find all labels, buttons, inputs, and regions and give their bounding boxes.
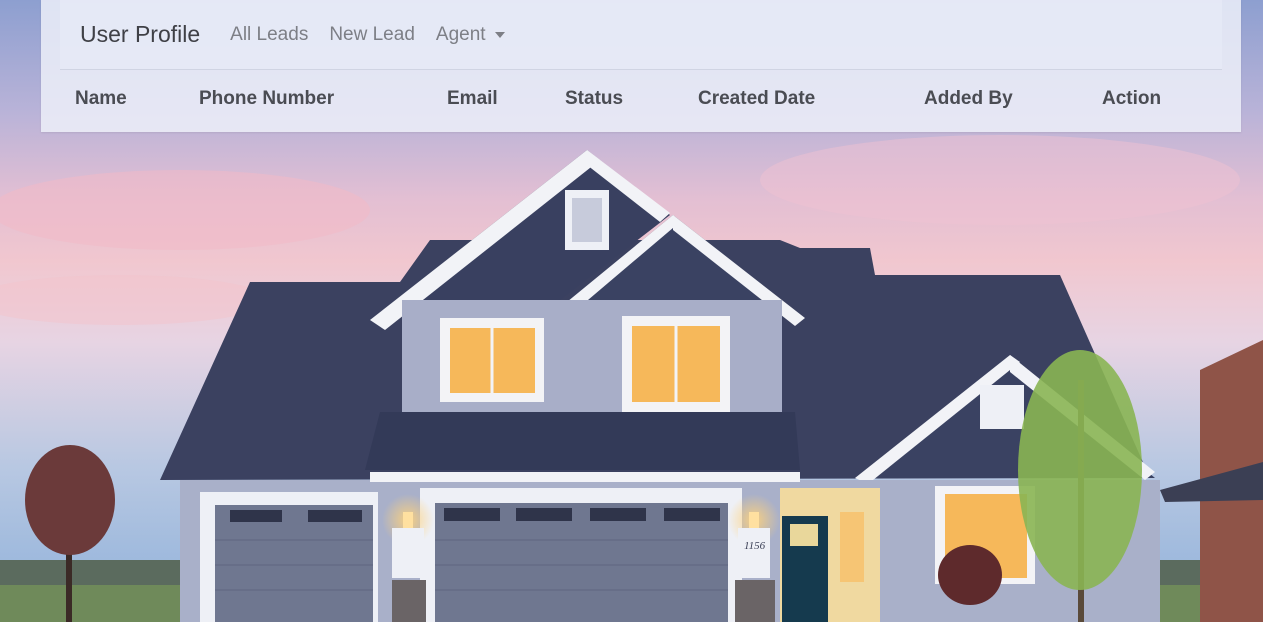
navbar: User Profile All Leads New Lead Agent <box>60 0 1222 70</box>
column-header-email: Email <box>447 88 498 109</box>
column-header-phone-number: Phone Number <box>199 88 335 109</box>
column-header-created-date: Created Date <box>698 88 816 109</box>
brand-link[interactable]: User Profile <box>80 21 200 48</box>
nav-dropdown-agent-label: Agent <box>435 23 486 45</box>
nav-dropdown-agent[interactable]: Agent <box>436 24 505 46</box>
table-header-row: Name Phone Number Email Status Created D… <box>75 88 1215 114</box>
column-header-added-by: Added By <box>924 88 1013 109</box>
header-panel: User Profile All Leads New Lead Agent Na… <box>41 0 1241 132</box>
column-header-action: Action <box>1102 88 1162 109</box>
column-header-status: Status <box>565 88 624 109</box>
nav-link-all-leads[interactable]: All Leads <box>230 24 308 46</box>
house-number-label: 1156 <box>744 540 766 552</box>
column-header-name: Name <box>75 88 127 109</box>
nav-link-new-lead[interactable]: New Lead <box>329 24 415 46</box>
caret-down-icon <box>494 31 505 38</box>
page-background: 1156 User Profile All Leads New Lead Age… <box>0 0 1263 622</box>
